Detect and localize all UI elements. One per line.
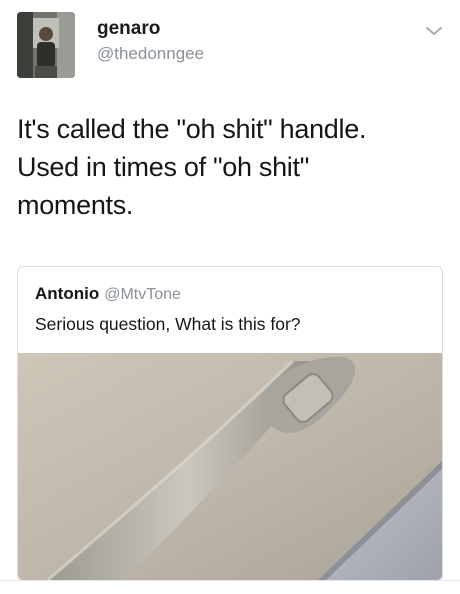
quoted-tweet-photo[interactable] [18, 353, 442, 580]
tweet-card: genaro @thedonngee It's called the "oh s… [0, 0, 460, 594]
tweet-text: It's called the "oh shit" handle. Used i… [17, 110, 447, 224]
tweet-text-line: moments. [17, 190, 134, 220]
grab-handle-photo [18, 353, 442, 580]
tweet-text-line: It's called the "oh shit" handle. [17, 114, 367, 144]
quoted-author-handle: @MtvTone [104, 286, 181, 303]
avatar[interactable] [17, 12, 75, 78]
quoted-author-name: Antonio [35, 284, 100, 303]
avatar-photo [17, 12, 75, 78]
quoted-tweet-text: Serious question, What is this for? [35, 314, 301, 334]
quoted-author: Antonio @MtvTone [35, 284, 181, 304]
quoted-tweet[interactable]: Antonio @MtvTone Serious question, What i… [17, 266, 443, 581]
chevron-down-icon[interactable] [424, 24, 444, 38]
author-name[interactable]: genaro [97, 18, 160, 40]
tweet-text-line: Used in times of "oh shit" [17, 152, 309, 182]
divider [0, 580, 460, 581]
author-handle[interactable]: @thedonngee [97, 44, 204, 64]
